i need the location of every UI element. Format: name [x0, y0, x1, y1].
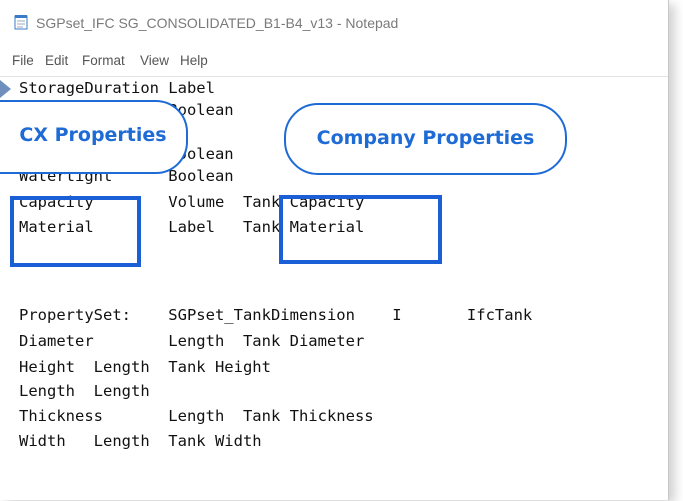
- text-line: Diameter Length Tank Diameter: [19, 332, 365, 350]
- text-line: StorageDuration Label: [19, 79, 215, 97]
- text-line: Length Length: [19, 382, 150, 400]
- title-bar: SGPset_IFC SG_CONSOLIDATED_B1-B4_v13 - N…: [0, 0, 668, 48]
- cx-properties-callout: CX Properties: [0, 100, 188, 174]
- menu-edit[interactable]: Edit: [45, 53, 68, 68]
- menu-format[interactable]: Format: [82, 53, 125, 68]
- window-title: SGPset_IFC SG_CONSOLIDATED_B1-B4_v13 - N…: [36, 15, 399, 31]
- menu-view[interactable]: View: [140, 53, 169, 68]
- text-line: Thickness Length Tank Thickness: [19, 407, 374, 425]
- text-line: Height Length Tank Height: [19, 358, 271, 376]
- text-line: PropertySet: SGPset_TankDimension I IfcT…: [19, 306, 533, 324]
- cx-properties-highlight-box: [10, 196, 141, 267]
- menu-bar: File Edit Format View Help: [0, 48, 668, 76]
- text-line: Width Length Tank Width: [19, 432, 262, 450]
- company-properties-callout: Company Properties: [284, 103, 567, 175]
- pointer-arrow-icon: [0, 80, 11, 98]
- menu-help[interactable]: Help: [180, 53, 208, 68]
- company-properties-highlight-box: [279, 195, 442, 264]
- notepad-icon: [14, 15, 28, 30]
- menu-file[interactable]: File: [12, 53, 34, 68]
